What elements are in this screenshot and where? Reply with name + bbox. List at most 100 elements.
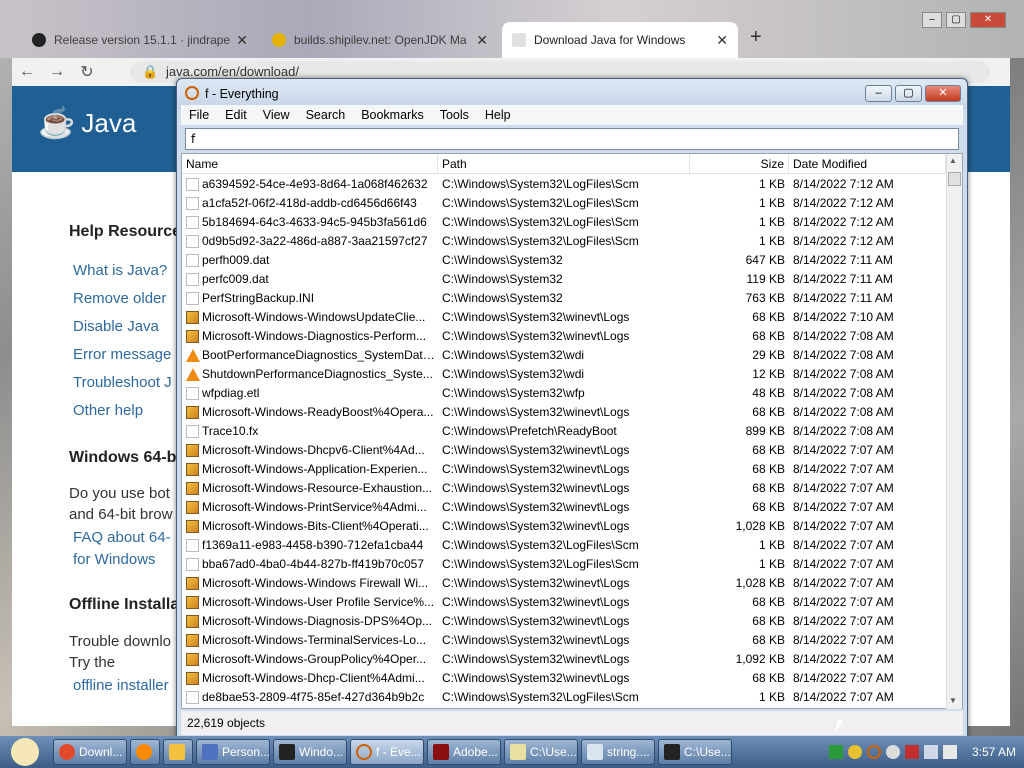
network-icon[interactable]: [923, 745, 938, 759]
result-date: 8/14/2022 7:07 AM: [793, 614, 894, 628]
help-link-error-message[interactable]: Error message: [73, 346, 171, 363]
result-size: 68 KB: [752, 329, 785, 343]
taskbar-item-everything[interactable]: f - Eve...: [350, 739, 424, 765]
result-row[interactable]: perfh009.dat C:\Windows\System32 647 KB 8/1…: [182, 251, 946, 270]
tray-folder-icon[interactable]: [847, 745, 862, 759]
result-row[interactable]: Microsoft-Windows-Application-Experien..…: [182, 460, 946, 479]
url-text: java.com/en/download/: [166, 64, 299, 79]
result-row[interactable]: Microsoft-Windows-Diagnostics-Perform...…: [182, 327, 946, 346]
menu-view[interactable]: View: [255, 108, 298, 122]
file-icon: [186, 691, 199, 704]
offline-text-1: Trouble downlo: [69, 633, 172, 650]
forward-icon[interactable]: →: [42, 63, 72, 81]
result-row[interactable]: a6394592-54ce-4e93-8d64-1a068f462632 C:\W…: [182, 175, 946, 194]
result-row[interactable]: Microsoft-Windows-Dhcpv6-Client%4Ad... C:…: [182, 441, 946, 460]
result-row[interactable]: PerfStringBackup.INI C:\Windows\System32 7…: [182, 289, 946, 308]
column-path[interactable]: Path: [438, 154, 690, 174]
start-button[interactable]: [0, 736, 50, 768]
close-icon[interactable]: ✕: [236, 32, 248, 49]
help-link-what-is-java[interactable]: What is Java?: [73, 262, 167, 279]
tray-flag-icon[interactable]: [904, 745, 919, 759]
reload-icon[interactable]: ↻: [72, 62, 102, 82]
results-rows: a6394592-54ce-4e93-8d64-1a068f462632 C:\W…: [182, 175, 946, 709]
result-row[interactable]: Microsoft-Windows-Resource-Exhaustion...…: [182, 479, 946, 498]
close-icon[interactable]: ✕: [476, 32, 488, 49]
result-row[interactable]: ShutdownPerformanceDiagnostics_Syste... C…: [182, 365, 946, 384]
tray-app-icon[interactable]: [828, 745, 843, 759]
tray-magnifier-icon[interactable]: [866, 745, 881, 759]
result-row[interactable]: 0d9b5d92-3a22-486d-a887-3aa21597cf27 C:\W…: [182, 232, 946, 251]
result-row[interactable]: f1369a11-e983-4458-b390-712efa1cba44 C:\W…: [182, 536, 946, 555]
column-date-modified[interactable]: Date Modified: [789, 154, 946, 174]
faq-64-link-2[interactable]: for Windows: [73, 551, 156, 568]
taskbar-item-notepad[interactable]: C:\Use...: [504, 739, 578, 765]
taskbar-item-7zip[interactable]: C:\Use...: [658, 739, 732, 765]
menu-edit[interactable]: Edit: [217, 108, 255, 122]
help-link-disable-java[interactable]: Disable Java: [73, 318, 159, 335]
tab-release[interactable]: Release version 15.1.1 · jindrape ✕: [22, 22, 258, 58]
tab-download-java[interactable]: Download Java for Windows ✕: [502, 22, 738, 58]
result-row[interactable]: Microsoft-Windows-Windows Firewall Wi...…: [182, 574, 946, 593]
result-row[interactable]: Microsoft-Windows-Bits-Client%4Operati..…: [182, 517, 946, 536]
result-row[interactable]: Microsoft-Windows-WindowsUpdateClie... C:…: [182, 308, 946, 327]
close-icon[interactable]: ✕: [716, 32, 728, 49]
result-date: 8/14/2022 7:07 AM: [793, 519, 894, 533]
result-row[interactable]: a1cfa52f-06f2-418d-addb-cd6456d66f43 C:\W…: [182, 194, 946, 213]
result-name: a6394592-54ce-4e93-8d64-1a068f462632: [202, 177, 428, 191]
result-row[interactable]: Microsoft-Windows-User Profile Service%.…: [182, 593, 946, 612]
scroll-down-icon[interactable]: ▼: [949, 696, 957, 705]
minimize-button[interactable]: –: [865, 85, 892, 102]
scroll-up-icon[interactable]: ▲: [949, 156, 957, 165]
maximize-button[interactable]: ▢: [895, 85, 922, 102]
result-size: 68 KB: [752, 310, 785, 324]
result-row[interactable]: 5b184694-64c3-4633-94c5-945b3fa561d6 C:\W…: [182, 213, 946, 232]
help-link-other-help[interactable]: Other help: [73, 402, 143, 419]
menu-bookmarks[interactable]: Bookmarks: [353, 108, 432, 122]
menu-file[interactable]: File: [181, 108, 217, 122]
scroll-thumb[interactable]: [948, 172, 961, 186]
result-row[interactable]: Microsoft-Windows-TerminalServices-Lo...…: [182, 631, 946, 650]
column-name[interactable]: Name: [182, 154, 438, 174]
result-row[interactable]: bba67ad0-4ba0-4b44-827b-ff419b70c057 C:\W…: [182, 555, 946, 574]
taskbar-item-chrome[interactable]: Downl...: [53, 739, 127, 765]
result-row[interactable]: Microsoft-Windows-Dhcp-Client%4Admi... C:…: [182, 669, 946, 688]
tab-builds[interactable]: builds.shipilev.net: OpenJDK Ma ✕: [262, 22, 498, 58]
taskbar-item-string[interactable]: string....: [581, 739, 655, 765]
taskbar-item-adobe[interactable]: Adobe...: [427, 739, 501, 765]
menu-help[interactable]: Help: [477, 108, 519, 122]
result-row[interactable]: Microsoft-Windows-GroupPolicy%4Oper... C:…: [182, 650, 946, 669]
offline-installer-link[interactable]: offline installer: [73, 677, 169, 694]
clock[interactable]: 3:57 AM: [972, 745, 1016, 759]
result-row[interactable]: Microsoft-Windows-Diagnosis-DPS%4Op... C:…: [182, 612, 946, 631]
result-row[interactable]: BootPerformanceDiagnostics_SystemData...…: [182, 346, 946, 365]
result-row[interactable]: de8bae53-2809-4f75-85ef-427d364b9b2c C:\W…: [182, 688, 946, 707]
maximize-button[interactable]: ▢: [946, 12, 966, 28]
menu-tools[interactable]: Tools: [432, 108, 477, 122]
result-name: 5b184694-64c3-4633-94c5-945b3fa561d6: [202, 215, 427, 229]
taskbar-item-firefox[interactable]: [130, 739, 160, 765]
java-logo[interactable]: ☕ Java: [38, 106, 136, 141]
taskbar-item-explorer[interactable]: [163, 739, 193, 765]
vertical-scrollbar[interactable]: ▲ ▼: [946, 154, 962, 709]
new-tab-button[interactable]: +: [750, 26, 762, 49]
result-row[interactable]: Microsoft-Windows-ReadyBoost%4Opera... C:…: [182, 403, 946, 422]
menu-search[interactable]: Search: [298, 108, 354, 122]
close-button[interactable]: ✕: [925, 85, 961, 102]
result-row[interactable]: Microsoft-Windows-PrintService%4Admi... C…: [182, 498, 946, 517]
result-row[interactable]: Trace10.fx C:\Windows\Prefetch\ReadyBoot 8…: [182, 422, 946, 441]
back-icon[interactable]: ←: [12, 63, 42, 81]
help-link-remove-older[interactable]: Remove older: [73, 290, 166, 307]
result-row[interactable]: wfpdiag.etl C:\Windows\System32\wfp 48 KB 8…: [182, 384, 946, 403]
close-window-button[interactable]: ✕: [970, 12, 1006, 28]
column-size[interactable]: Size: [690, 154, 789, 174]
taskbar-item-windows[interactable]: Windo...: [273, 739, 347, 765]
taskbar: Downl... Person... Windo... f - Eve... A…: [0, 736, 1024, 768]
volume-icon[interactable]: [942, 745, 957, 759]
taskbar-item-person[interactable]: Person...: [196, 739, 270, 765]
tray-status-icon[interactable]: [885, 745, 900, 759]
help-link-troubleshoot[interactable]: Troubleshoot J: [73, 374, 172, 391]
result-row[interactable]: perfc009.dat C:\Windows\System32 119 KB 8/1…: [182, 270, 946, 289]
minimize-button[interactable]: –: [922, 12, 942, 28]
search-input[interactable]: f: [185, 128, 959, 150]
faq-64-link-1[interactable]: FAQ about 64-: [73, 529, 171, 546]
